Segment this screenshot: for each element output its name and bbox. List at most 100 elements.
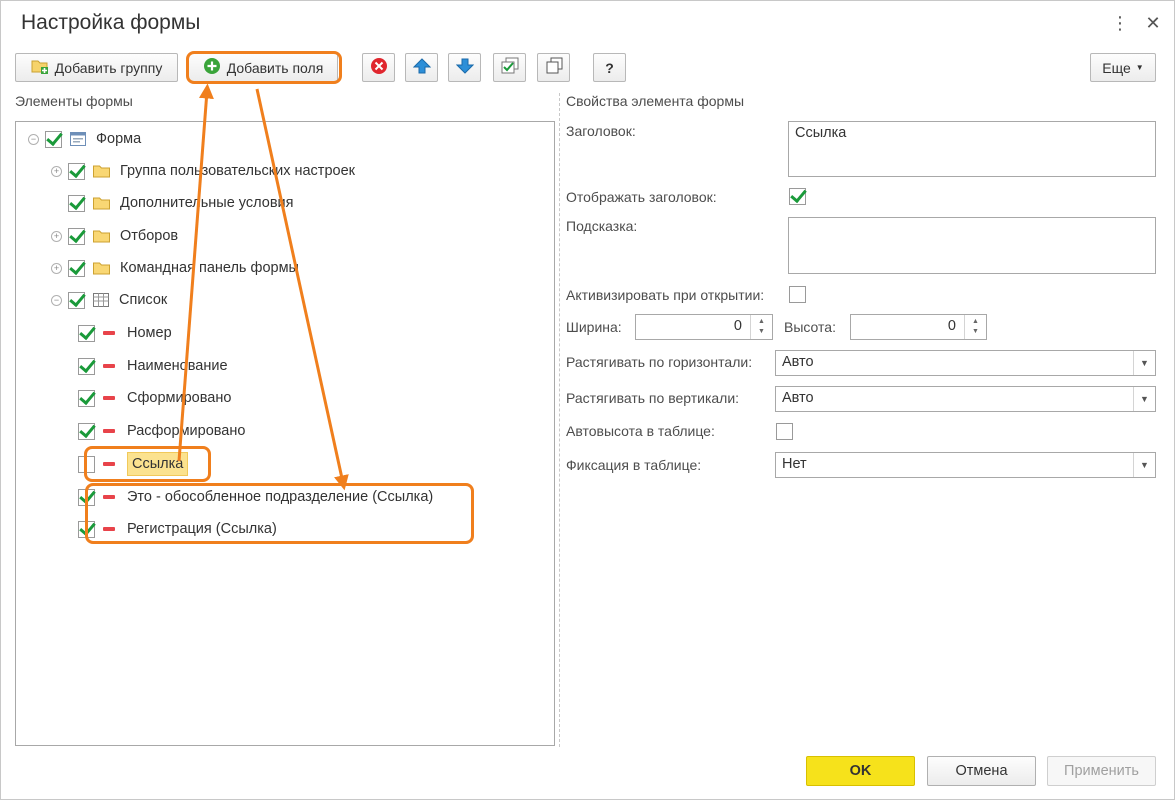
plus-circle-icon xyxy=(203,57,221,78)
uncheck-all-button[interactable] xyxy=(537,53,570,82)
tree-row[interactable]: Это - обособленное подразделение (Ссылка… xyxy=(78,483,433,511)
fix-label: Фиксация в таблице: xyxy=(566,457,702,473)
height-field[interactable]: 0 ▲ ▼ xyxy=(850,314,987,340)
tree-row[interactable]: Дополнительные условия xyxy=(51,189,294,217)
field-icon xyxy=(103,527,115,531)
folder-icon xyxy=(93,196,110,210)
field-icon xyxy=(103,495,115,499)
tree-row[interactable]: Ссылка xyxy=(78,450,189,478)
tree-row-checkbox[interactable] xyxy=(78,357,95,375)
stretch-v-combo[interactable]: Авто ▼ xyxy=(775,386,1156,412)
check-all-icon xyxy=(500,57,520,78)
folder-add-icon xyxy=(31,58,49,77)
uncheck-all-icon xyxy=(545,57,563,78)
tree-row[interactable]: Номер xyxy=(78,319,172,347)
expand-icon[interactable]: + xyxy=(51,165,62,177)
tree-row[interactable]: Расформировано xyxy=(78,417,245,445)
autoheight-label: Автовысота в таблице: xyxy=(566,423,715,439)
tree-row[interactable]: + Группа пользовательских настроек xyxy=(51,157,355,185)
tree-row-checkbox[interactable] xyxy=(68,194,85,212)
tree-row-checkbox[interactable] xyxy=(78,422,95,440)
tree-row[interactable]: + Отборов xyxy=(51,222,178,250)
tree-row-label: Командная панель формы xyxy=(120,260,299,276)
tooltip-field[interactable] xyxy=(788,217,1156,274)
panel-divider[interactable] xyxy=(559,93,560,747)
tree-row-checkbox[interactable] xyxy=(78,455,95,473)
tree-row[interactable]: − Список xyxy=(51,286,167,314)
width-field[interactable]: 0 ▲ ▼ xyxy=(635,314,773,340)
tree-row-checkbox[interactable] xyxy=(68,227,85,245)
fix-value: Нет xyxy=(782,456,807,472)
chevron-down-icon[interactable]: ▼ xyxy=(1133,387,1155,411)
show-caption-label: Отображать заголовок: xyxy=(566,189,717,205)
tree-row-checkbox[interactable] xyxy=(78,324,95,342)
caption-field[interactable]: Ссылка xyxy=(788,121,1156,177)
more-button[interactable]: Еще ▼ xyxy=(1090,53,1156,82)
height-label: Высота: xyxy=(784,319,836,335)
form-elements-tree[interactable]: − Форма + Группа пользовательских настроек Д… xyxy=(15,121,555,746)
form-elements-title: Элементы формы xyxy=(15,93,133,109)
tree-row-checkbox[interactable] xyxy=(45,130,62,148)
tree-row[interactable]: Регистрация (Ссылка) xyxy=(78,515,277,543)
tree-row-label: Форма xyxy=(96,131,142,147)
delete-icon xyxy=(370,57,388,78)
activate-checkbox[interactable] xyxy=(789,286,806,303)
height-value: 0 xyxy=(947,318,956,334)
show-caption-checkbox[interactable] xyxy=(789,188,806,205)
tree-row-checkbox[interactable] xyxy=(68,291,85,309)
move-up-button[interactable] xyxy=(405,53,438,82)
ok-button[interactable]: OK xyxy=(806,756,915,786)
cancel-button[interactable]: Отмена xyxy=(927,756,1036,786)
close-icon[interactable]: ✕ xyxy=(1141,11,1165,35)
tree-row[interactable]: Наименование xyxy=(78,352,228,380)
stretch-v-value: Авто xyxy=(782,390,814,406)
stretch-v-label: Растягивать по вертикали: xyxy=(566,390,740,406)
tree-row[interactable]: Сформировано xyxy=(78,384,231,412)
tree-row-checkbox[interactable] xyxy=(78,389,95,407)
autoheight-checkbox[interactable] xyxy=(776,423,793,440)
tree-row-checkbox[interactable] xyxy=(78,488,95,506)
stretch-h-combo[interactable]: Авто ▼ xyxy=(775,350,1156,376)
stretch-h-value: Авто xyxy=(782,354,814,370)
folder-icon xyxy=(93,261,110,275)
tree-row-checkbox[interactable] xyxy=(78,520,95,538)
tree-row[interactable]: − Форма xyxy=(28,125,141,153)
height-spinner[interactable]: ▲ ▼ xyxy=(964,315,986,339)
more-label: Еще xyxy=(1102,59,1131,76)
chevron-down-icon[interactable]: ▼ xyxy=(1133,351,1155,375)
expand-icon[interactable]: + xyxy=(51,262,62,274)
folder-icon xyxy=(93,164,110,178)
add-group-button[interactable]: Добавить группу xyxy=(15,53,178,82)
fix-combo[interactable]: Нет ▼ xyxy=(775,452,1156,478)
table-icon xyxy=(93,293,109,307)
chevron-down-icon[interactable]: ▼ xyxy=(1133,453,1155,477)
tree-row[interactable]: + Командная панель формы xyxy=(51,254,299,282)
tree-row-label: Наименование xyxy=(127,358,228,374)
stretch-h-label: Растягивать по горизонтали: xyxy=(566,354,753,370)
field-icon xyxy=(103,331,115,335)
more-options-icon[interactable]: ⋮ xyxy=(1108,11,1132,35)
collapse-icon[interactable]: − xyxy=(28,133,39,145)
tree-row-label: Ссылка xyxy=(127,452,189,476)
add-fields-label: Добавить поля xyxy=(226,59,324,76)
delete-button[interactable] xyxy=(362,53,395,82)
apply-button[interactable]: Применить xyxy=(1047,756,1156,786)
add-fields-button[interactable]: Добавить поля xyxy=(188,53,338,82)
width-label: Ширина: xyxy=(566,319,622,335)
form-settings-window: Настройка формы ⋮ ✕ Добавить группу Доба… xyxy=(0,0,1175,800)
field-icon xyxy=(103,429,115,433)
field-icon xyxy=(103,396,115,400)
help-button[interactable]: ? xyxy=(593,53,626,82)
caption-value: Ссылка xyxy=(795,125,847,141)
tree-row-label: Отборов xyxy=(120,228,179,244)
move-down-button[interactable] xyxy=(448,53,481,82)
collapse-icon[interactable]: − xyxy=(51,294,62,306)
tree-row-checkbox[interactable] xyxy=(68,162,85,180)
width-spinner[interactable]: ▲ ▼ xyxy=(750,315,772,339)
activate-label: Активизировать при открытии: xyxy=(566,287,765,303)
tree-row-label: Сформировано xyxy=(127,390,232,406)
expand-icon[interactable]: + xyxy=(51,230,62,242)
caption-label: Заголовок: xyxy=(566,123,636,139)
check-all-button[interactable] xyxy=(493,53,526,82)
tree-row-checkbox[interactable] xyxy=(68,259,85,277)
